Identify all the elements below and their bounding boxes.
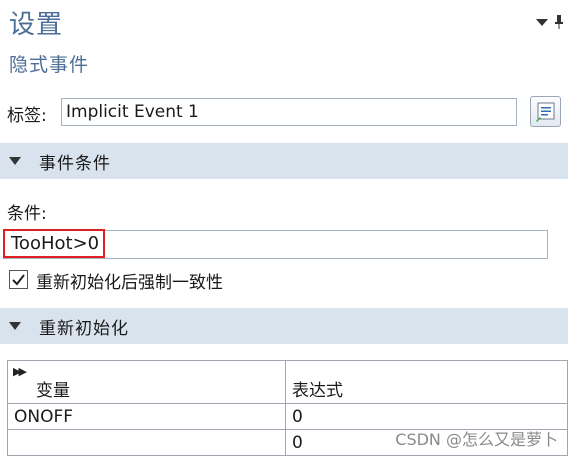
collapse-caret-icon[interactable] (9, 322, 21, 330)
column-header-variable[interactable]: ▶▶ 变量 (7, 360, 286, 404)
section-title: 重新初始化 (39, 318, 129, 339)
label-input[interactable]: Implicit Event 1 (61, 98, 517, 126)
expand-arrows-icon[interactable]: ▶▶ (13, 365, 27, 378)
condition-value[interactable]: TooHot>0 (3, 229, 106, 258)
page-subtitle: 隐式事件 (9, 54, 90, 76)
checkmark-icon (12, 274, 25, 286)
variable-cell[interactable] (7, 429, 286, 456)
edit-list-icon (536, 102, 555, 122)
label-edit-button[interactable] (530, 96, 561, 127)
pin-icon[interactable] (554, 14, 564, 30)
table-header-row: ▶▶ 变量 表达式 (7, 360, 568, 404)
condition-label: 条件: (7, 204, 47, 224)
section-event-condition[interactable]: 事件条件 (0, 143, 568, 179)
dropdown-arrow-icon[interactable] (536, 18, 548, 26)
window-controls (536, 14, 564, 30)
collapse-caret-icon[interactable] (9, 157, 21, 165)
section-reinitialization[interactable]: 重新初始化 (0, 308, 568, 344)
watermark: CSDN @怎么又是萝卜 (395, 430, 558, 449)
section-title: 事件条件 (39, 153, 111, 174)
label-field-label: 标签: (7, 106, 47, 126)
page-title: 设置 (9, 10, 64, 40)
checkbox-label: 重新初始化后强制一致性 (36, 273, 223, 293)
variable-cell[interactable]: ONOFF (7, 403, 286, 430)
reinit-consistency-checkbox[interactable] (9, 270, 28, 289)
column-header-expression[interactable]: 表达式 (285, 360, 568, 404)
